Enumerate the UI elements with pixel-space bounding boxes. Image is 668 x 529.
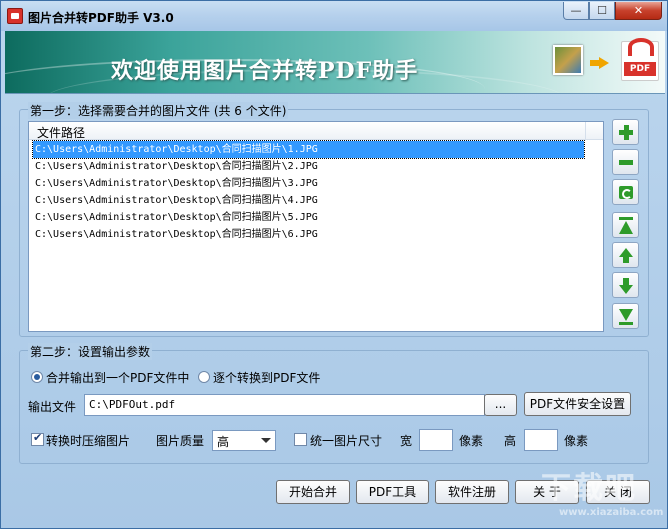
width-label: 宽 (400, 434, 413, 448)
welcome-banner: 欢迎使用图片合并转PDF助手 PDF (5, 31, 665, 94)
watermark-big: 下载吧 (541, 471, 637, 506)
register-button[interactable]: 软件注册 (435, 480, 509, 504)
move-down-button[interactable] (612, 272, 639, 298)
app-icon (7, 8, 23, 24)
app-window: 图片合并转PDF助手 V3.0 — ☐ ✕ 欢迎使用图片合并转PDF助手 PDF… (0, 0, 668, 529)
maximize-button[interactable]: ☐ (589, 2, 615, 20)
height-label: 高 (504, 434, 517, 448)
step1-legend: 第一步：选择需要合并的图片文件 (共 6 个文件) (28, 102, 289, 119)
file-row[interactable]: C:\Users\Administrator\Desktop\合同扫描图片\2.… (33, 158, 584, 175)
pdf-tools-button[interactable]: PDF工具 (356, 480, 429, 504)
merge-single-radio[interactable] (31, 371, 43, 383)
compress-label[interactable]: 转换时压缩图片 (46, 432, 130, 449)
image-icon (553, 45, 583, 75)
column-header-path[interactable]: 文件路径 (37, 124, 85, 141)
file-row[interactable]: C:\Users\Administrator\Desktop\合同扫描图片\6.… (33, 226, 584, 243)
convert-each-radio[interactable] (198, 371, 210, 383)
move-bottom-button[interactable] (612, 303, 639, 329)
arrow-right-icon (590, 57, 609, 69)
welcome-text: 欢迎使用图片合并转PDF助手 (111, 58, 419, 84)
column-separator[interactable] (585, 122, 586, 140)
height-unit: 像素 (564, 434, 589, 448)
minimize-button[interactable]: — (563, 2, 589, 20)
file-list-header[interactable]: 文件路径 (29, 122, 603, 140)
add-files-button[interactable] (612, 119, 639, 145)
pdf-icon: PDF (621, 38, 659, 81)
file-list[interactable]: 文件路径 C:\Users\Administrator\Desktop\合同扫描… (28, 121, 604, 332)
merge-single-label[interactable]: 合并输出到一个PDF文件中 (46, 369, 189, 386)
step2-legend: 第二步：设置输出参数 (28, 343, 153, 360)
file-row[interactable]: C:\Users\Administrator\Desktop\合同扫描图片\5.… (33, 209, 584, 226)
pdf-security-button[interactable]: PDF文件安全设置 (524, 392, 631, 416)
remove-file-button[interactable] (612, 149, 639, 175)
close-window-button[interactable]: ✕ (615, 2, 662, 20)
file-row[interactable]: C:\Users\Administrator\Desktop\合同扫描图片\3.… (33, 175, 584, 192)
watermark: 下载吧 www.xiazaiba.com (541, 463, 663, 525)
browse-button[interactable]: ... (484, 394, 517, 416)
move-up-button[interactable] (612, 242, 639, 268)
output-file-label: 输出文件 (28, 400, 77, 414)
chevron-down-icon (261, 438, 271, 443)
width-unit: 像素 (459, 434, 484, 448)
quality-label: 图片质量 (156, 434, 205, 448)
file-row[interactable]: C:\Users\Administrator\Desktop\合同扫描图片\4.… (33, 192, 584, 209)
convert-each-label[interactable]: 逐个转换到PDF文件 (213, 369, 320, 386)
watermark-url: www.xiazaiba.com (559, 507, 664, 518)
pdf-badge: PDF (624, 62, 656, 76)
uniform-size-checkbox[interactable] (294, 433, 307, 446)
move-top-button[interactable] (612, 212, 639, 238)
window-title: 图片合并转PDF助手 V3.0 (28, 11, 174, 25)
output-file-field[interactable]: C:\PDFOut.pdf (84, 394, 485, 416)
title-bar[interactable]: 图片合并转PDF助手 V3.0 — ☐ ✕ (1, 1, 667, 31)
clear-list-button[interactable] (612, 179, 639, 205)
height-field[interactable] (524, 429, 558, 451)
start-merge-button[interactable]: 开始合并 (276, 480, 350, 504)
compress-checkbox[interactable] (31, 431, 44, 446)
quality-value: 高 (217, 435, 230, 449)
quality-select[interactable]: 高 (212, 430, 276, 451)
uniform-size-label[interactable]: 统一图片尺寸 (310, 432, 382, 449)
file-row[interactable]: C:\Users\Administrator\Desktop\合同扫描图片\1.… (32, 140, 585, 159)
width-field[interactable] (419, 429, 453, 451)
